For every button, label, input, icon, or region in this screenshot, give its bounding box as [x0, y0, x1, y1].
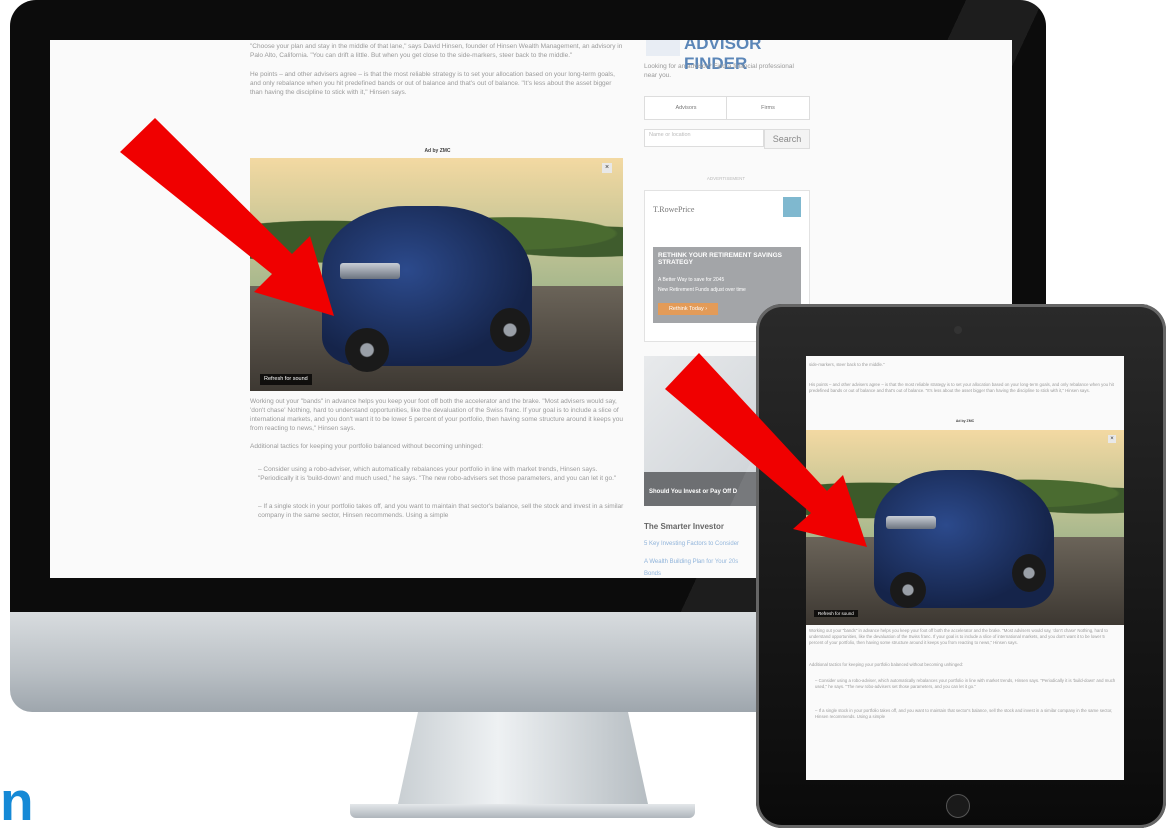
wheel [345, 328, 389, 372]
wheel [490, 308, 530, 352]
article-bullet: – Consider using a robo-adviser, which a… [258, 466, 617, 482]
ad-headline: RETHINK YOUR RETIREMENT SAVINGS STRATEGY [658, 252, 782, 266]
ad-bullet: New Retirement Funds adjust over time [658, 287, 746, 293]
article-paragraph: He points – and other advisers agree – i… [250, 71, 615, 96]
article-bullet: – If a single stock in your portfolio ta… [258, 503, 624, 519]
red-arrow-icon [665, 353, 867, 547]
article-paragraph: Working out your "bands" in advance help… [809, 628, 1108, 646]
video-caption[interactable]: Refresh for sound [260, 374, 312, 385]
ad-cta-button[interactable]: Rethink Today › [658, 303, 718, 315]
monitor-stand-base [350, 804, 695, 818]
red-arrow-icon [120, 118, 334, 316]
sidebar-link[interactable]: Bonds [644, 570, 661, 578]
article-paragraph: "Choose your plan and stay in the middle… [250, 43, 623, 59]
grille [886, 516, 936, 529]
search-button[interactable]: Search [764, 129, 810, 149]
tab-firms[interactable]: Firms [726, 96, 810, 120]
monitor-stand [398, 712, 648, 804]
bird-logo-icon [783, 197, 801, 217]
advisor-search-input[interactable]: Name or location [644, 129, 764, 147]
grille [340, 263, 400, 279]
wheel [890, 572, 926, 608]
sidebar-intro: Looking for an advisor? Find a financial… [644, 63, 794, 79]
article-paragraph: Additional tactics for keeping your port… [809, 662, 964, 667]
camera-icon [954, 326, 962, 334]
article-paragraph: Working out your "bands" in advance help… [250, 398, 624, 432]
article-bullet: – If a single stock in your portfolio ta… [815, 708, 1113, 720]
advertisement-label: ADVERTISEMENT [706, 176, 746, 181]
ad-brand: T.RowePrice [653, 205, 695, 214]
article-bullet: – Consider using a robo-adviser, which a… [815, 678, 1116, 690]
video-caption[interactable]: Refresh for sound [814, 610, 858, 617]
close-icon[interactable]: × [602, 163, 612, 173]
ad-bullet: A Better Way to save for 2045 [658, 277, 725, 283]
brand-logo-fragment: n [0, 770, 34, 832]
wheel [1012, 554, 1046, 592]
close-icon[interactable]: × [1108, 435, 1116, 443]
article-paragraph: Additional tactics for keeping your port… [250, 443, 484, 450]
sidebar-link[interactable]: A Wealth Building Plan for Your 20s [644, 558, 738, 567]
home-button[interactable] [946, 794, 970, 818]
tab-advisors[interactable]: Advisors [644, 96, 728, 120]
logo-icon [646, 40, 680, 56]
